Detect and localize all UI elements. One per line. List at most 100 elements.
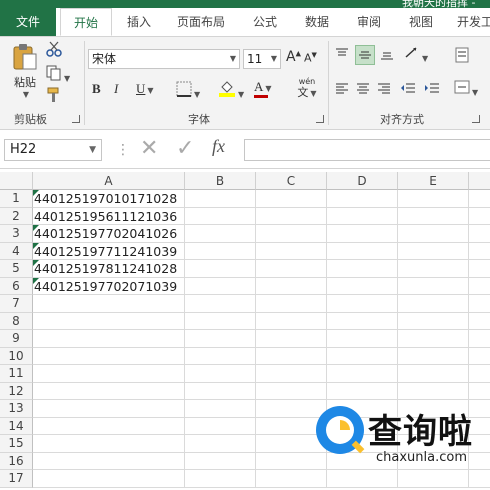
cell[interactable]: [327, 295, 398, 313]
cell[interactable]: [256, 260, 327, 278]
cell[interactable]: [327, 365, 398, 383]
cell[interactable]: [327, 470, 398, 488]
cell[interactable]: [185, 242, 256, 260]
alignment-launcher-icon[interactable]: [472, 115, 480, 123]
increase-indent-button[interactable]: [424, 81, 442, 98]
cell[interactable]: [185, 470, 256, 488]
cell[interactable]: [185, 365, 256, 383]
font-name-select[interactable]: 宋体 ▼: [88, 49, 240, 69]
cell[interactable]: [327, 347, 398, 365]
tab-page-layout[interactable]: 页面布局: [168, 8, 234, 36]
cell-a[interactable]: 440125197711241039: [33, 242, 185, 260]
row-header[interactable]: 2: [0, 207, 33, 225]
merge-center-button[interactable]: ▼: [454, 79, 484, 99]
font-launcher-icon[interactable]: [316, 115, 324, 123]
cell[interactable]: [327, 312, 398, 330]
cell[interactable]: [469, 278, 490, 295]
column-header-d[interactable]: D: [327, 172, 398, 190]
cell[interactable]: [327, 330, 398, 348]
cell[interactable]: [398, 277, 469, 295]
cell[interactable]: [469, 313, 490, 330]
cell-a[interactable]: [33, 435, 185, 453]
row-header[interactable]: 5: [0, 260, 33, 278]
cell-a[interactable]: [33, 382, 185, 400]
cell[interactable]: [256, 225, 327, 243]
tab-formulas[interactable]: 公式: [240, 8, 290, 36]
column-header-f[interactable]: [469, 172, 490, 190]
cell[interactable]: [469, 295, 490, 313]
cell[interactable]: [398, 190, 469, 208]
column-header-e[interactable]: E: [398, 172, 469, 190]
cell[interactable]: [398, 347, 469, 365]
format-painter-button[interactable]: [46, 87, 66, 105]
phonetic-button[interactable]: wén 文 ▼: [292, 77, 322, 99]
cell-a[interactable]: 440125197811241028: [33, 260, 185, 278]
row-header[interactable]: 14: [0, 417, 33, 435]
cell-a[interactable]: [33, 330, 185, 348]
cell[interactable]: [256, 295, 327, 313]
tab-insert[interactable]: 插入: [116, 8, 162, 36]
cell[interactable]: [469, 260, 490, 278]
shrink-font-button[interactable]: A▼: [304, 51, 320, 71]
cell[interactable]: [398, 207, 469, 225]
cell[interactable]: [185, 435, 256, 453]
cell[interactable]: [469, 208, 490, 225]
cell[interactable]: [185, 330, 256, 348]
decrease-indent-button[interactable]: [400, 81, 418, 98]
cell[interactable]: [469, 330, 490, 348]
bold-button[interactable]: B: [92, 81, 106, 97]
row-header[interactable]: 6: [0, 277, 33, 295]
formula-input[interactable]: [244, 139, 490, 161]
cell[interactable]: [398, 365, 469, 383]
chevron-down-icon[interactable]: ▼: [12, 90, 40, 99]
cell[interactable]: [185, 260, 256, 278]
cell[interactable]: [185, 400, 256, 418]
orientation-button[interactable]: ▼: [404, 45, 434, 65]
error-indicator-icon[interactable]: [33, 225, 39, 231]
cell[interactable]: [327, 225, 398, 243]
cancel-icon[interactable]: ✕: [140, 136, 158, 161]
row-header[interactable]: 16: [0, 452, 33, 470]
cell[interactable]: [256, 382, 327, 400]
cell[interactable]: [398, 470, 469, 488]
cell[interactable]: [469, 243, 490, 260]
clipboard-launcher-icon[interactable]: [72, 115, 80, 123]
align-left-button[interactable]: [335, 81, 351, 98]
row-header[interactable]: 3: [0, 225, 33, 243]
row-header[interactable]: 12: [0, 382, 33, 400]
cell[interactable]: [256, 470, 327, 488]
cell[interactable]: [185, 190, 256, 208]
cell[interactable]: [185, 347, 256, 365]
cell[interactable]: [327, 242, 398, 260]
align-center-button[interactable]: [356, 81, 372, 98]
fill-color-button[interactable]: ▼: [218, 79, 248, 99]
cell[interactable]: [256, 312, 327, 330]
cell[interactable]: [185, 452, 256, 470]
cell[interactable]: [398, 295, 469, 313]
column-header-a[interactable]: A: [33, 172, 185, 190]
tab-file[interactable]: 文件: [0, 8, 56, 36]
align-top-button[interactable]: [335, 47, 351, 65]
grow-font-button[interactable]: A▲: [286, 49, 302, 69]
column-header-c[interactable]: C: [256, 172, 327, 190]
cell[interactable]: [256, 190, 327, 208]
cell[interactable]: [327, 207, 398, 225]
error-indicator-icon[interactable]: [33, 277, 39, 284]
cell-a[interactable]: 440125197010171028: [33, 190, 185, 208]
cell-a[interactable]: 440125197702071039: [33, 277, 185, 295]
cell[interactable]: [398, 242, 469, 260]
drag-handle-icon[interactable]: ⋮: [116, 142, 130, 158]
insert-function-button[interactable]: fx: [212, 136, 225, 157]
error-indicator-icon[interactable]: [33, 242, 39, 249]
tab-developer[interactable]: 开发工: [450, 8, 490, 36]
cell[interactable]: [185, 225, 256, 243]
cell[interactable]: [469, 383, 490, 400]
cell[interactable]: [185, 277, 256, 295]
error-indicator-icon[interactable]: [33, 190, 39, 196]
font-color-button[interactable]: A ▼: [254, 79, 280, 99]
enter-check-icon[interactable]: ✓: [176, 136, 194, 161]
row-header[interactable]: 13: [0, 400, 33, 418]
cell[interactable]: [256, 330, 327, 348]
tab-review[interactable]: 审阅: [346, 8, 392, 36]
cell[interactable]: [469, 348, 490, 365]
